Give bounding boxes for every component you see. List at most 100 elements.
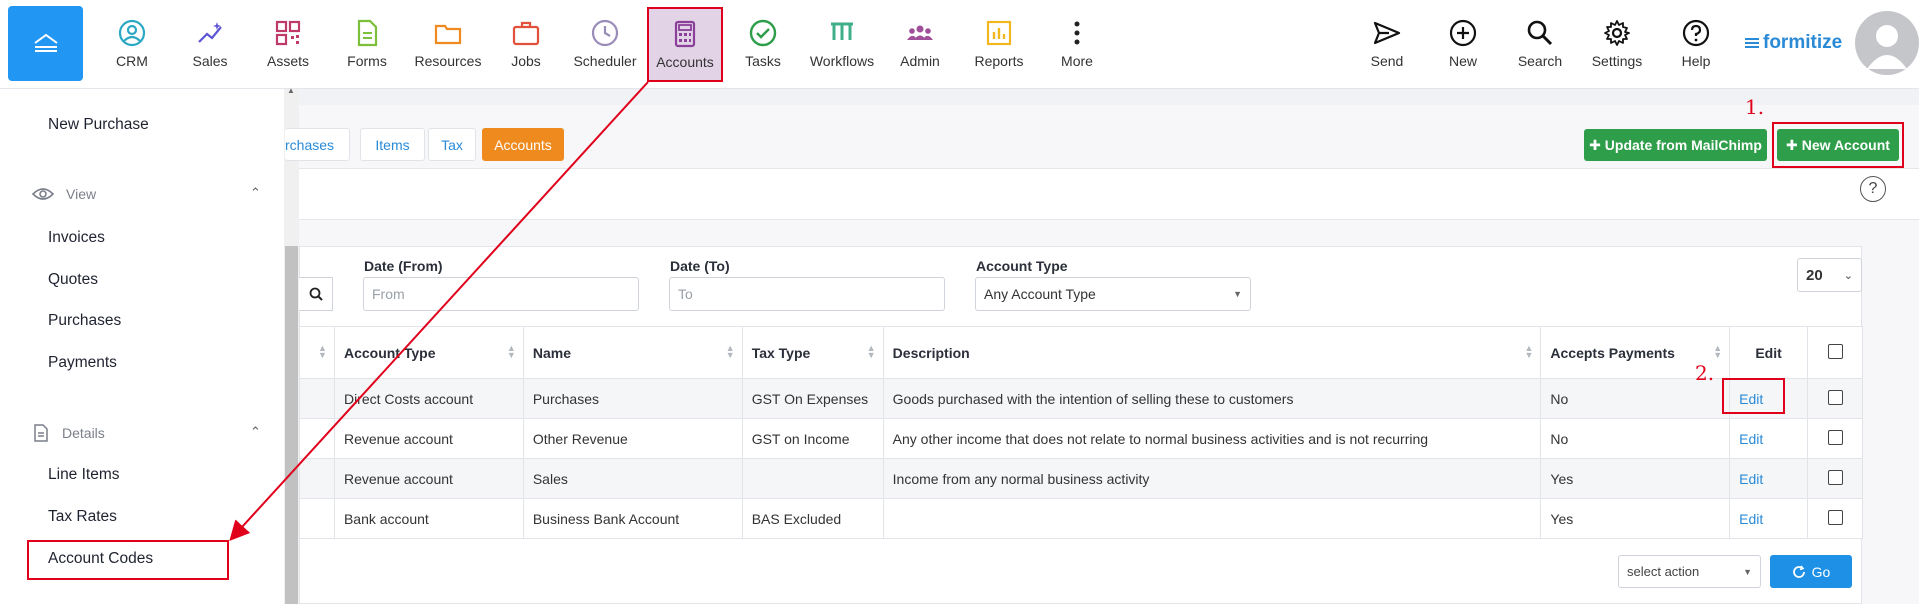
nav-label: Admin (900, 53, 940, 69)
row-checkbox[interactable] (1827, 389, 1843, 405)
sidebar-item-purchases[interactable]: Purchases (48, 312, 121, 330)
folder-icon (434, 24, 462, 45)
sidebar-item-quotes[interactable]: Quotes (48, 271, 98, 289)
edit-link[interactable]: Edit (1739, 431, 1763, 447)
nav-accounts[interactable]: Accounts (647, 7, 723, 82)
scroll-up-arrow-icon[interactable]: ▲ (287, 86, 295, 95)
date-to-label: Date (To) (670, 258, 730, 274)
column-header-hidden[interactable]: ▲ ▼ (299, 326, 335, 379)
nav-settings[interactable]: Settings (1585, 8, 1649, 76)
search-button[interactable] (299, 277, 333, 311)
eye-icon (32, 188, 54, 200)
go-button[interactable]: Go (1770, 555, 1852, 588)
nav-reports[interactable]: Reports (967, 8, 1031, 76)
nav-label: Help (1681, 53, 1711, 69)
sidebar-item-invoices[interactable]: Invoices (48, 229, 105, 247)
sidebar-section-label: View (66, 186, 97, 202)
edit-link[interactable]: Edit (1739, 471, 1763, 487)
sort-icon: ▲ ▼ (1713, 343, 1723, 360)
column-header-account-type[interactable]: Account Type ▲ ▼ (333, 326, 524, 379)
nav-label: Search (1517, 53, 1563, 69)
nav-forms[interactable]: Forms (335, 8, 399, 76)
nav-label: Tasks (745, 53, 781, 69)
cell-checkbox (1807, 458, 1863, 499)
cell-account-type: Bank account (333, 498, 524, 539)
caret-down-icon: ▼ (1743, 566, 1752, 577)
tab-purchases[interactable]: rchases (285, 128, 350, 161)
help-icon[interactable]: ? (1860, 176, 1886, 202)
nav-jobs[interactable]: Jobs (494, 8, 558, 76)
edit-link[interactable]: Edit (1739, 511, 1763, 527)
sort-icon: ▲ ▼ (725, 343, 735, 360)
sidebar-item-line-items[interactable]: Line Items (48, 466, 120, 484)
column-header-name[interactable]: Name ▲ ▼ (522, 326, 743, 379)
document-icon (357, 19, 378, 47)
row-checkbox[interactable] (1827, 509, 1843, 525)
clock-icon (591, 19, 619, 47)
cell-account-type: Revenue account (333, 458, 524, 499)
user-avatar[interactable] (1855, 11, 1919, 75)
nav-label: Workflows (809, 53, 875, 69)
sidebar-section-view[interactable]: View (32, 186, 96, 202)
chevron-down-icon: ⌄ (1843, 269, 1853, 282)
chevron-up-icon[interactable]: ⌃ (250, 185, 261, 201)
nav-crm[interactable]: CRM (100, 8, 164, 76)
cell-tax-type: GST on Income (741, 418, 884, 459)
search-icon (309, 287, 323, 301)
nav-label: Reports (974, 53, 1024, 69)
nav-send[interactable]: Send (1355, 8, 1419, 76)
brand-logo[interactable]: formitize (1744, 32, 1842, 54)
nav-new[interactable]: New (1431, 8, 1495, 76)
sidebar-item-payments[interactable]: Payments (48, 354, 117, 372)
date-to-input[interactable]: To (669, 277, 945, 311)
cell-description (882, 498, 1542, 539)
tab-accounts[interactable]: Accounts (482, 128, 564, 161)
nav-resources[interactable]: Resources (408, 8, 488, 76)
avatar-placeholder-icon (1867, 25, 1907, 69)
nav-admin[interactable]: Admin (888, 8, 952, 76)
gear-icon (1604, 20, 1630, 46)
accounts-table: ▲ ▼ Account Type ▲ ▼ Name ▲ ▼ Tax Type ▲ ▼ Desc… (299, 326, 1863, 539)
cell-checkbox (1807, 418, 1863, 459)
sidebar-item-tax-rates[interactable]: Tax Rates (48, 508, 117, 526)
annotation-highlight-account-codes (27, 540, 229, 580)
column-header-description[interactable]: Description ▲ ▼ (882, 326, 1542, 379)
nav-search[interactable]: Search (1508, 8, 1572, 76)
row-checkbox[interactable] (1827, 469, 1843, 485)
nav-tasks[interactable]: Tasks (731, 8, 795, 76)
tab-tax[interactable]: Tax (428, 128, 476, 161)
hidden-cell (299, 418, 335, 459)
hidden-cell (299, 498, 335, 539)
account-type-select[interactable]: Any Account Type ▼ (975, 277, 1251, 311)
nav-sales[interactable]: Sales (178, 8, 242, 76)
update-from-mailchimp-button[interactable]: ✚ Update from MailChimp (1584, 129, 1767, 161)
column-header-tax-type[interactable]: Tax Type ▲ ▼ (741, 326, 884, 379)
nav-more[interactable]: More (1045, 8, 1109, 76)
sidebar-section-details[interactable]: Details (32, 424, 105, 442)
home-button[interactable] (8, 6, 83, 81)
cell-accepts-payments: No (1540, 418, 1731, 459)
page-size-select[interactable]: 20 ⌄ (1797, 258, 1862, 292)
date-from-input[interactable]: From (363, 277, 639, 311)
cell-checkbox (1807, 378, 1863, 419)
cell-name: Sales (522, 458, 743, 499)
nav-scheduler[interactable]: Scheduler (568, 8, 642, 76)
cell-account-type: Direct Costs account (333, 378, 524, 419)
sidebar-scrollbar-thumb[interactable] (285, 246, 298, 604)
nav-assets[interactable]: Assets (256, 8, 320, 76)
bulk-action-select[interactable]: select action ▼ (1618, 555, 1761, 588)
sparkle-chart-icon (198, 22, 222, 43)
people-icon (907, 25, 933, 40)
sidebar-item-new-purchase[interactable]: New Purchase (48, 116, 149, 134)
nav-workflows[interactable]: Workflows (803, 8, 881, 76)
nav-help[interactable]: Help (1664, 8, 1728, 76)
row-checkbox[interactable] (1827, 429, 1843, 445)
sort-icon: ▲ ▼ (318, 343, 327, 360)
tab-items[interactable]: Items (360, 128, 425, 161)
table-row: Bank account Business Bank Account BAS E… (299, 498, 1863, 539)
select-all-checkbox[interactable] (1827, 343, 1843, 359)
sort-icon: ▲ ▼ (866, 343, 876, 360)
sort-icon: ▲ ▼ (1524, 343, 1534, 360)
cell-checkbox (1807, 498, 1863, 539)
chevron-up-icon[interactable]: ⌃ (250, 424, 261, 440)
